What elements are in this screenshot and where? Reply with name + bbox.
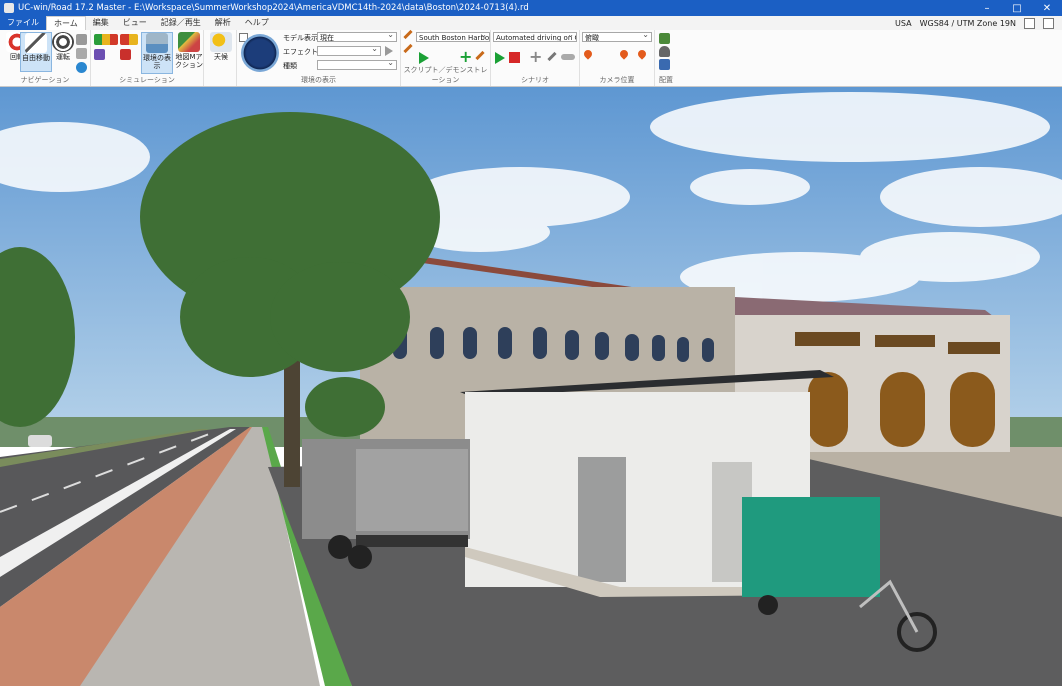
bike-wheel [758,595,778,615]
camera-group: 俯瞰 カメラ位置 [580,30,655,86]
play-icon[interactable] [419,52,429,64]
annex-arches [808,372,995,447]
script-group: South Boston Harbor + スクリプト／デモンストレーション [401,29,491,86]
person-icon[interactable] [659,46,670,57]
truck-bumper [356,535,468,547]
ribbon: 回転 自由移動 運転 ナビゲーション 環境の表示 地図Mアクション シミュレーシ… [0,29,1062,87]
play-icon[interactable] [495,52,505,64]
truck-wheel [348,545,372,569]
projection-label: WGS84 / UTM Zone 19N [919,18,1016,28]
3d-viewport[interactable] [0,87,1062,686]
effect-select[interactable] [317,46,381,56]
record-icon[interactable] [120,49,131,60]
traffic-icon[interactable] [120,34,138,45]
scenario-group: Automated driving on Co + シナリオ [491,30,580,86]
edit-icon[interactable] [475,50,485,61]
region-label: USA [895,18,912,28]
play-gray-icon[interactable] [385,46,393,56]
pin-add-icon[interactable] [618,48,630,60]
window-title: UC-win/Road 17.2 Master - E:\Workspace\S… [18,3,529,13]
scenario-select[interactable]: Automated driving on Co [493,32,577,42]
globe-icon[interactable] [241,34,279,72]
app-icon [4,3,14,13]
truck-rear [356,449,468,531]
pencil-icon[interactable] [403,29,413,40]
edit-gray-icon[interactable] [547,51,557,62]
environment-group: モデル表示 現在 エフェクト 種類 環境の表示 [237,30,401,86]
script-select[interactable]: South Boston Harbor [416,32,490,42]
add-gray-icon[interactable]: + [529,49,542,65]
model-display-label: モデル表示 [283,34,318,42]
camera-select[interactable]: 俯瞰 [582,32,652,42]
steering-wheel-icon [52,32,74,52]
tab-help[interactable]: ヘルプ [238,16,276,30]
kind-select[interactable] [317,60,397,70]
chart-icon[interactable] [94,49,105,60]
minimize-button[interactable]: – [972,0,1002,16]
map-action-button[interactable]: 地図Mアクション [175,32,203,69]
add-icon[interactable]: + [459,49,472,65]
weather-button[interactable]: 天候 [206,32,236,61]
navigation-group: 回転 自由移動 運転 ナビゲーション [0,30,91,86]
drive-button[interactable]: 運転 [48,32,78,61]
tab-home[interactable]: ホーム [46,15,86,31]
layers-icon[interactable] [659,59,670,70]
walk-icon[interactable] [76,48,87,59]
weather-group: 天候 [204,30,237,86]
stop-icon[interactable] [509,52,520,63]
tab-file[interactable]: ファイル [0,16,46,30]
tab-analysis[interactable]: 解析 [208,16,238,30]
terrain-icon[interactable] [659,33,670,44]
sun-cloud-icon [210,32,232,52]
scene-drawing [0,87,1062,686]
signal-icon[interactable] [94,34,118,45]
kind-label: 種類 [283,62,297,70]
ribbon-tabs: ファイル ホーム 編集 ビュー 記録／再生 解析 ヘルプ USA WGS84 /… [0,15,1062,31]
tab-view[interactable]: ビュー [116,16,154,30]
shed-door [578,457,626,582]
map-icon [178,32,200,52]
people-icon[interactable] [561,54,575,60]
rain-cloud-icon [146,33,168,53]
effect-label: エフェクト [283,48,318,56]
gear-icon[interactable] [76,62,87,73]
screen-icon[interactable] [1024,17,1035,29]
pin-edit-icon[interactable] [636,48,648,60]
tab-record-play[interactable]: 記録／再生 [154,16,208,30]
maximize-button[interactable]: □ [1002,0,1032,16]
distant-car [28,435,52,447]
tab-edit[interactable]: 編集 [86,16,116,30]
camera-icon[interactable] [76,34,87,45]
title-bar: UC-win/Road 17.2 Master - E:\Workspace\S… [0,0,1062,16]
layout-group: 配置 [655,30,677,86]
simulation-group: 環境の表示 地図Mアクション シミュレーション [91,30,204,86]
pin-icon[interactable] [582,48,594,60]
help-icon[interactable] [1043,17,1054,29]
cursor-icon [25,33,47,53]
cargo-box [742,497,880,597]
model-display-select[interactable]: 現在 [317,32,397,42]
close-button[interactable]: ✕ [1032,0,1062,16]
weather-display-button[interactable]: 環境の表示 [141,32,173,74]
pencil-icon[interactable] [403,43,413,54]
